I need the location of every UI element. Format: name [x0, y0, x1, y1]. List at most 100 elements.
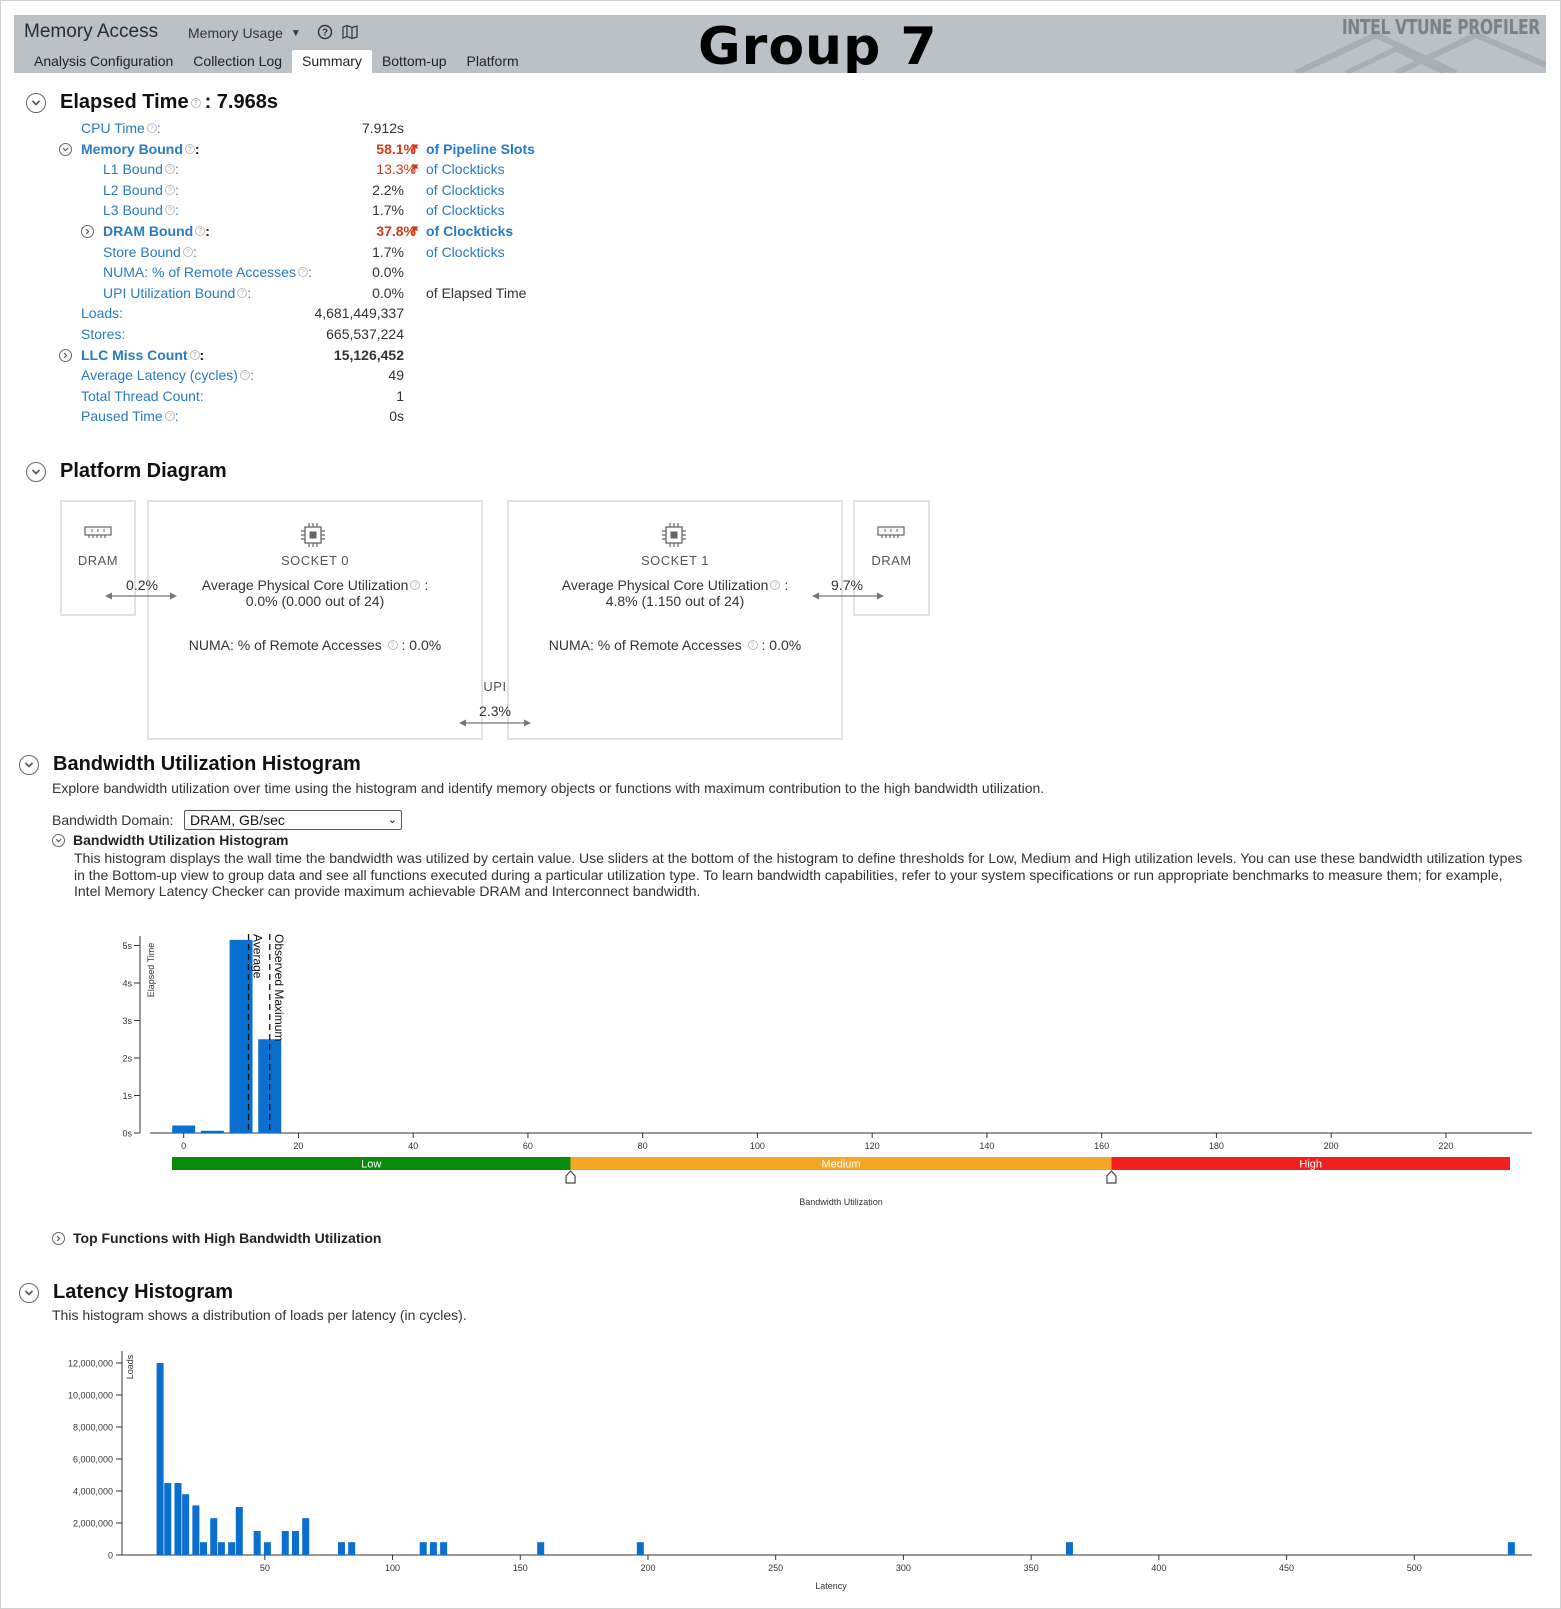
help-icon[interactable]: ? [164, 205, 175, 216]
help-icon[interactable]: ? [410, 580, 421, 590]
help-icon[interactable]: ? [195, 226, 206, 236]
metric-value: 37.8% [376, 222, 416, 240]
map-icon[interactable] [342, 24, 358, 40]
expand-icon[interactable] [59, 348, 72, 362]
latency-histogram-chart[interactable]: 0 2,000,000 4,000,000 6,000,000 8,000,000 10,… [20, 1345, 1540, 1600]
histogram-bar [1065, 1542, 1073, 1555]
histogram-bar [419, 1542, 427, 1555]
histogram-bar [182, 1494, 190, 1555]
help-icon[interactable]: ? [189, 349, 200, 360]
collapse-icon[interactable] [59, 142, 72, 156]
metric-value: 1.7% [372, 243, 404, 261]
metric-label[interactable]: L2 Bound?: [103, 181, 179, 199]
metric-colon: : [307, 264, 312, 281]
histogram-bar [228, 1542, 236, 1555]
metric-colon: : [156, 120, 161, 136]
bandwidth-domain-value: DRAM, GB/sec [190, 812, 285, 828]
help-icon[interactable]: ? [297, 267, 308, 278]
metric-label[interactable]: CPU Time?: [81, 119, 161, 137]
expand-icon[interactable] [52, 1231, 65, 1245]
metric-unit: of Clockticks [426, 161, 505, 178]
histogram-bar [200, 1130, 224, 1133]
help-icon[interactable]: ? [239, 370, 250, 381]
metric-unit: of Pipeline Slots [426, 140, 535, 157]
help-icon[interactable]: ? [182, 246, 193, 257]
tab-summary[interactable]: Summary [292, 50, 372, 73]
help-icon[interactable]: ? [770, 580, 781, 590]
tab-bottom-up[interactable]: Bottom-up [372, 50, 457, 73]
collapse-icon[interactable] [52, 833, 65, 847]
brand-logo: INTEL VTUNE PROFILER [1341, 15, 1540, 39]
tab-collection-log[interactable]: Collection Log [183, 50, 292, 73]
metric-label[interactable]: Average Latency (cycles)?: [81, 366, 254, 384]
collapse-icon[interactable] [26, 92, 46, 113]
top-functions-header[interactable]: Top Functions with High Bandwidth Utiliz… [52, 1230, 381, 1246]
help-icon[interactable]: ? [184, 143, 195, 154]
metric-label[interactable]: Stores: [81, 325, 125, 343]
threshold-slider-handle[interactable] [1106, 1170, 1117, 1184]
double-arrow-icon [105, 592, 177, 600]
metric-label-text: L1 Bound [103, 161, 163, 178]
metric-unit: of Elapsed Time [426, 284, 527, 301]
metric-value-text: 49 [388, 367, 404, 384]
x-tick-label: 400 [1151, 1563, 1166, 1573]
metric-label[interactable]: UPI Utilization Bound?: [103, 284, 251, 302]
expand-icon[interactable] [81, 225, 94, 238]
x-tick-label: 250 [768, 1563, 783, 1573]
help-icon[interactable]: ? [317, 24, 333, 40]
histogram-bar [156, 1363, 164, 1555]
metric-label[interactable]: DRAM Bound?: [103, 222, 210, 240]
metric-value: 58.1% [376, 140, 416, 158]
high-band-label: High [1299, 1159, 1322, 1171]
metric-colon: : [174, 161, 179, 178]
metric-label-text: LLC Miss Count [81, 346, 188, 363]
help-icon[interactable]: ? [747, 640, 758, 650]
help-icon[interactable]: ? [164, 164, 175, 175]
metric-label[interactable]: Memory Bound?: [81, 140, 200, 158]
metric-label[interactable]: L1 Bound?: [103, 160, 179, 178]
collapse-icon[interactable] [19, 754, 39, 775]
metric-label[interactable]: Total Thread Count: [81, 387, 204, 405]
histogram-bar [302, 1518, 310, 1555]
bandwidth-description: Explore bandwidth utilization over time … [52, 780, 1045, 796]
y-axis-label: Elapsed Time [146, 943, 156, 998]
socket0-numa-value: : 0.0% [401, 637, 442, 653]
metric-label[interactable]: Store Bound?: [103, 243, 197, 261]
view-dropdown[interactable]: Memory Usage ▼ [188, 25, 301, 41]
double-arrow-icon [812, 592, 884, 600]
help-icon[interactable]: ? [190, 97, 201, 108]
help-icon[interactable]: ? [387, 640, 398, 650]
socket0-util-label: Average Physical Core Utilization [201, 577, 409, 593]
tab-platform[interactable]: Platform [457, 50, 529, 73]
metric-value: 49 [388, 366, 404, 384]
latency-section-header: Latency Histogram [19, 1281, 233, 1304]
metric-label[interactable]: Paused Time?: [81, 407, 179, 425]
tab-analysis-configuration[interactable]: Analysis Configuration [24, 50, 183, 73]
y-tick-label: 6,000,000 [73, 1455, 113, 1465]
help-icon[interactable]: ? [237, 287, 248, 298]
metric-label[interactable]: NUMA: % of Remote Accesses?: [103, 263, 312, 281]
socket1-label: SOCKET 1 [640, 553, 710, 568]
metric-label-text: Average Latency (cycles) [81, 367, 238, 384]
y-tick-label: 8,000,000 [73, 1423, 113, 1433]
bandwidth-histogram-chart[interactable]: 0s 1s 2s 3s 4s 5s Elapsed Time 0 20 40 60 80 100 120 1… [100, 925, 1540, 1215]
help-icon[interactable]: ? [164, 184, 175, 195]
help-icon[interactable]: ? [164, 411, 175, 422]
metric-label[interactable]: Loads: [81, 304, 123, 322]
collapse-icon[interactable] [26, 461, 46, 482]
collapse-icon[interactable] [19, 1282, 39, 1303]
low-band-label: Low [361, 1159, 381, 1171]
metric-colon: : [174, 181, 179, 198]
bandwidth-domain-select[interactable]: DRAM, GB/sec ⌄ [184, 810, 402, 830]
socket1-numa-label: NUMA: % of Remote Accesses [548, 637, 742, 653]
memory-icon [877, 526, 905, 538]
metric-label[interactable]: LLC Miss Count?: [81, 346, 204, 364]
metric-label[interactable]: L3 Bound?: [103, 201, 179, 219]
socket1-util-value: 4.8% (1.150 out of 24) [605, 593, 745, 609]
histogram-bar [217, 1542, 225, 1555]
y-axis-label: Loads [125, 1354, 135, 1379]
histogram-bar [537, 1542, 545, 1555]
help-icon[interactable]: ? [146, 123, 157, 133]
threshold-slider-handle[interactable] [565, 1170, 576, 1184]
metric-colon: : [205, 223, 210, 239]
